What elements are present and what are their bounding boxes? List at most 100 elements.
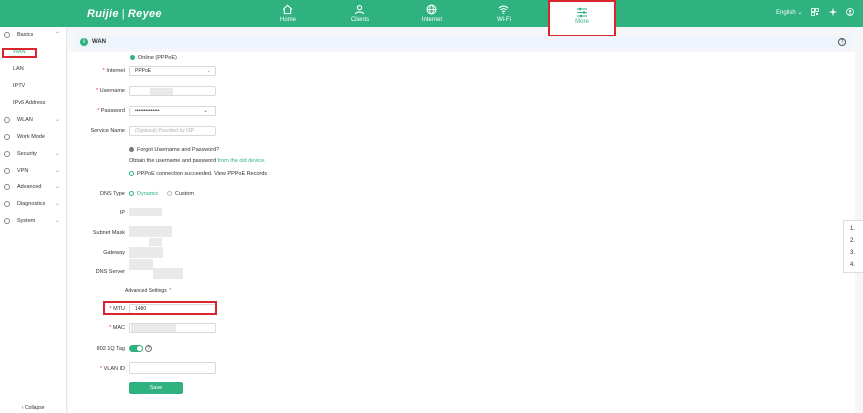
page-title: WAN: [92, 39, 106, 45]
collapse-label: Collapse: [25, 405, 45, 411]
help-icon[interactable]: ?: [838, 38, 846, 46]
security-icon: [4, 151, 10, 157]
sidebar-group-system-label: System: [17, 218, 36, 224]
wlan-icon: [4, 117, 10, 123]
sidebar-group-workmode[interactable]: Work Mode: [4, 132, 62, 144]
obtain-text: Obtain the username and password: [129, 158, 217, 164]
popover-item-2: 2.: [850, 238, 856, 244]
wifi-icon: [498, 5, 509, 14]
vlan-tag-toggle[interactable]: [129, 345, 143, 352]
password-value: ••••••••••••••: [135, 108, 160, 114]
dns-redaction: [129, 259, 153, 270]
workmode-icon: [4, 134, 10, 140]
subnet-redaction-2: [149, 238, 162, 246]
help-icon[interactable]: ?: [145, 345, 152, 352]
pppoe-success: PPPoE connection succeeded. View PPPoE R…: [129, 171, 267, 177]
vlan-id-label: * VLAN ID: [99, 366, 125, 372]
username-label: * Username: [95, 88, 125, 94]
advanced-settings-toggle[interactable]: Advanced Settings ⌃: [125, 288, 172, 294]
mac-label: * MAC: [109, 325, 125, 331]
radio-checked-icon: [129, 191, 134, 196]
top-navbar: Ruijie | Reyee Home Clients Internet Wi-Fi…: [0, 0, 863, 27]
sidebar-group-security-label: Security: [17, 151, 37, 157]
internet-select[interactable]: PPPoE ⌄: [129, 66, 216, 76]
sidebar-item-iptv[interactable]: IPTV: [13, 83, 25, 89]
obtain-link[interactable]: from the old device.: [218, 158, 266, 164]
network-icon[interactable]: [829, 8, 837, 16]
vlan-id-input[interactable]: [129, 362, 216, 374]
sidebar-group-vpn-label: VPN: [17, 168, 29, 174]
nav-clients-label: Clients: [350, 17, 370, 23]
mtu-highlight-box: [103, 301, 217, 315]
nav-more-label: More: [575, 19, 589, 25]
sidebar-group-security[interactable]: Security ⌄: [4, 149, 62, 161]
nav-home-label: Home: [279, 17, 296, 23]
nav-home[interactable]: Home: [258, 0, 318, 27]
basics-icon: [4, 32, 10, 38]
pppoe-success-text: PPPoE connection succeeded.: [137, 171, 213, 177]
chevron-down-icon: ⌄: [54, 184, 60, 190]
password-label: * Password: [97, 108, 125, 114]
service-name-label: Service Name: [90, 128, 125, 134]
chevron-up-icon: ⌃: [54, 32, 60, 38]
advanced-icon: [4, 184, 10, 190]
gateway-redaction: [129, 247, 163, 258]
show-password-toggle[interactable]: ⌄: [196, 106, 216, 116]
sidebar-group-wlan[interactable]: WLAN ⌄: [4, 115, 62, 127]
nav-more[interactable]: More: [548, 0, 616, 37]
chevron-down-icon: ⌄: [206, 68, 211, 74]
nav-wifi[interactable]: Wi-Fi: [474, 0, 534, 27]
gateway-label: Gateway: [103, 250, 125, 256]
brand-logo: Ruijie | Reyee: [87, 8, 162, 20]
vpn-icon: [4, 168, 10, 174]
info-icon: i: [80, 38, 88, 46]
wan-highlight-box: [2, 48, 37, 58]
dns-server-label: DNS Server: [95, 269, 125, 275]
dns-redaction-2: [153, 268, 183, 279]
connection-status: Online (PPPoE): [130, 55, 177, 61]
nav-internet-label: Internet: [421, 17, 443, 23]
sidebar-group-vpn[interactable]: VPN ⌄: [4, 166, 62, 178]
popover-item-4: 4.: [850, 262, 856, 268]
save-button[interactable]: Save: [129, 382, 183, 394]
sidebar-group-basics[interactable]: Basics ⌃: [4, 30, 62, 42]
dns-dynamic-label: Dynamic: [137, 191, 159, 197]
service-name-input[interactable]: (Optional) Provided by ISP: [129, 126, 216, 136]
sidebar: Basics ⌃ WAN LAN IPTV IPv6 Address WLAN …: [0, 27, 67, 413]
sidebar-group-system[interactable]: System ⌄: [4, 216, 62, 228]
internet-label: * Internet: [102, 68, 125, 74]
status-dot-icon: [130, 55, 135, 60]
sidebar-group-workmode-label: Work Mode: [17, 134, 46, 140]
users-icon: [354, 5, 365, 15]
connection-status-text: Online (PPPoE): [138, 55, 177, 61]
chevron-down-icon: ⌄: [54, 151, 60, 157]
nav-clients[interactable]: Clients: [330, 0, 390, 27]
dns-type-custom[interactable]: Custom: [167, 191, 194, 197]
sidebar-group-advanced[interactable]: Advanced ⌄: [4, 182, 62, 194]
chevron-up-icon: ⌃: [168, 288, 173, 294]
panel-header: i WAN ?: [76, 36, 852, 49]
home-icon: [282, 4, 293, 15]
collapse-button[interactable]: ‹ Collapse: [22, 405, 45, 411]
language-select[interactable]: English ⌄: [776, 9, 802, 16]
ip-label: IP: [119, 210, 125, 216]
radio-unchecked-icon: [167, 191, 172, 196]
globe-icon: [426, 4, 437, 15]
subnet-redaction: [129, 226, 172, 237]
forgot-credentials: Forgot Username and Password?: [129, 147, 219, 153]
sidebar-group-advanced-label: Advanced: [17, 184, 42, 190]
forgot-text: Forgot Username and Password?: [137, 147, 220, 153]
view-records-link[interactable]: View PPPoE Records: [214, 171, 267, 177]
sidebar-item-ipv6[interactable]: IPv6 Address: [13, 100, 45, 106]
nav-internet[interactable]: Internet: [402, 0, 462, 27]
chevron-down-icon: ⌄: [202, 108, 209, 114]
qr-icon[interactable]: [811, 8, 819, 16]
sliders-icon: [577, 7, 587, 18]
user-icon[interactable]: [846, 8, 854, 16]
sidebar-item-lan[interactable]: LAN: [13, 66, 24, 72]
chevron-down-icon: ⌄: [54, 168, 60, 174]
sidebar-group-diagnostics[interactable]: Diagnostics ⌄: [4, 199, 62, 211]
sidebar-group-diagnostics-label: Diagnostics: [17, 201, 46, 207]
toggle-knob: [137, 346, 142, 351]
dns-type-dynamic[interactable]: Dynamic: [129, 191, 158, 197]
